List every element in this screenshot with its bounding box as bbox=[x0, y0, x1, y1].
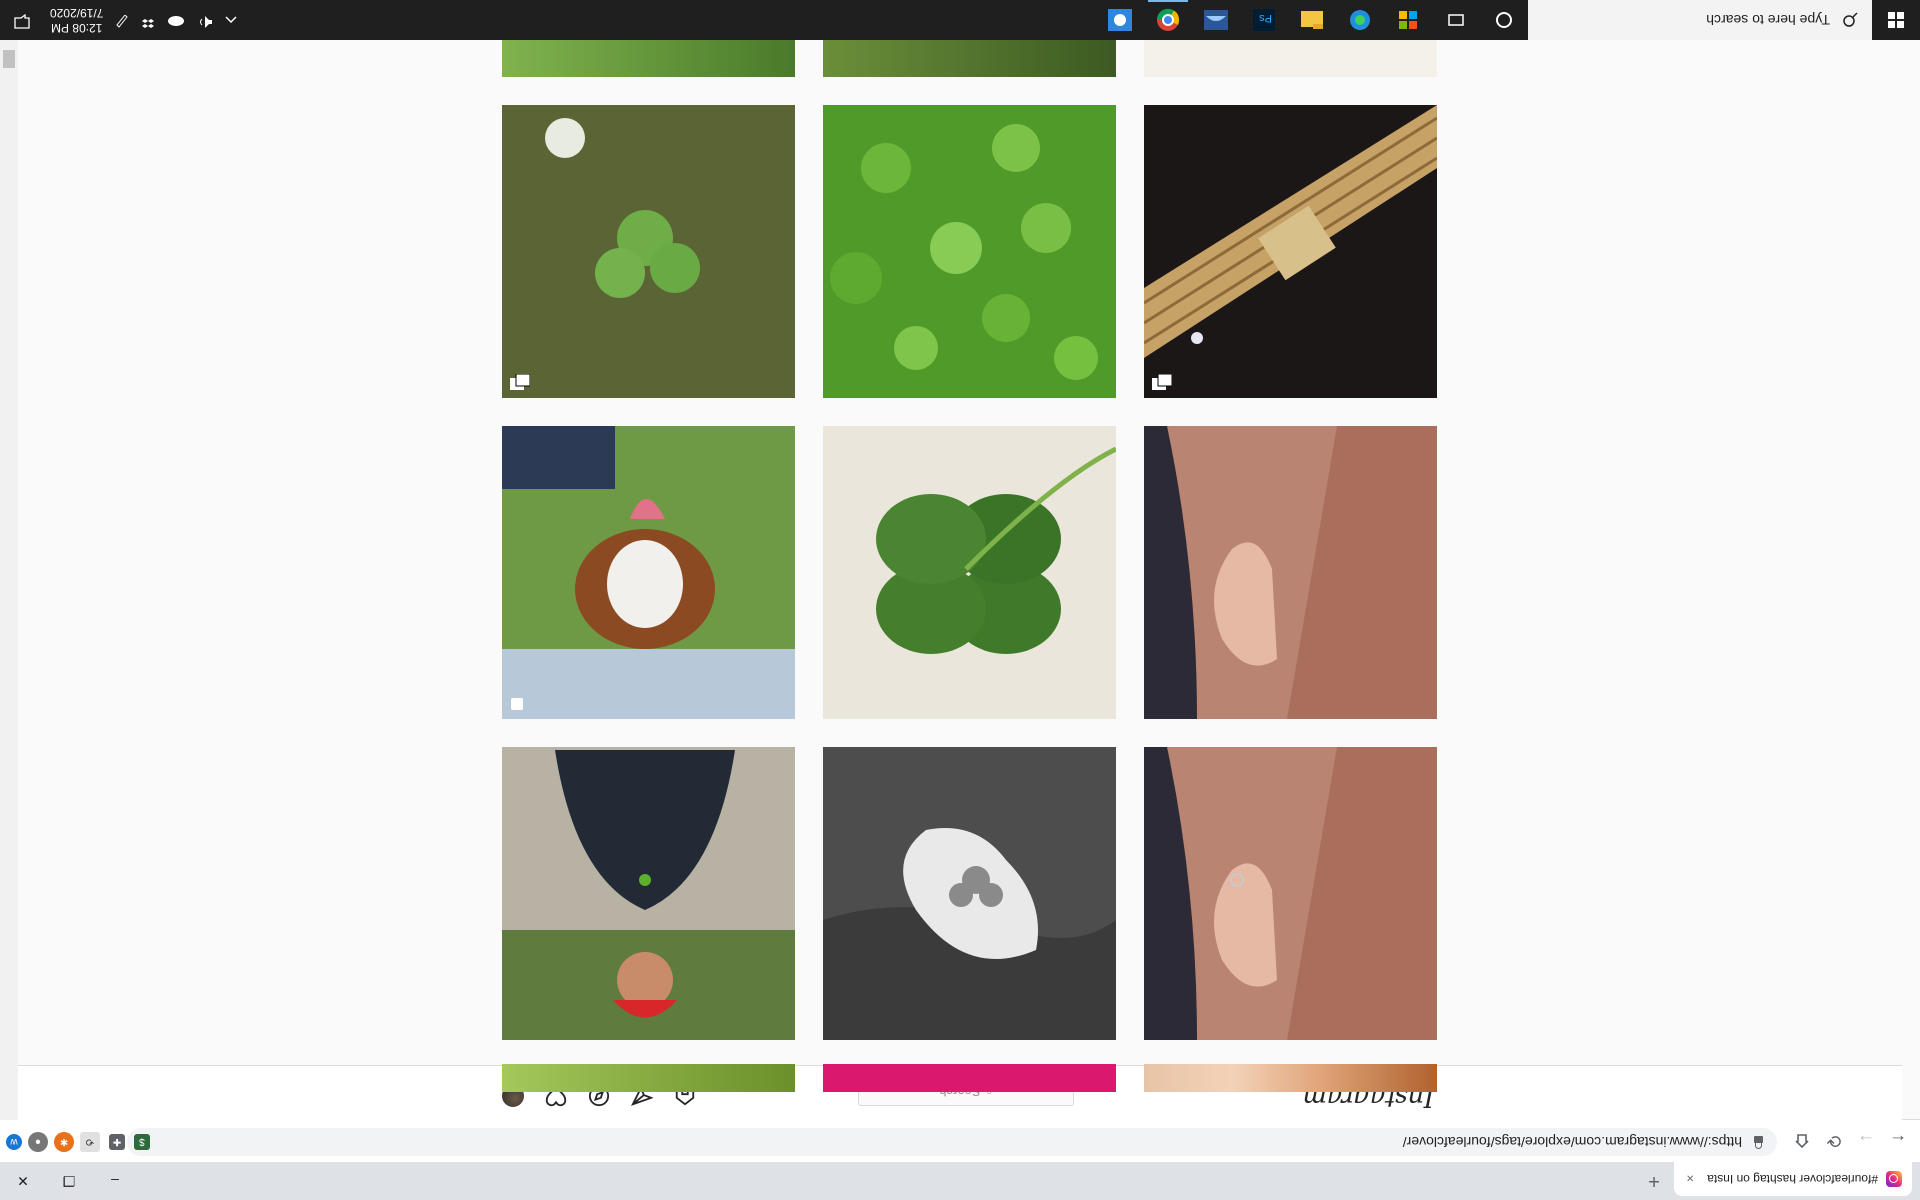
carousel-icon bbox=[510, 369, 531, 390]
screen-rotated-180: #fourleafclover hashtag on Insta × + – ❐… bbox=[0, 0, 1920, 1200]
ear-tattoo-image bbox=[1144, 747, 1437, 1040]
taskbar-clock[interactable]: 12:08 PM 7/19/2020 bbox=[50, 5, 103, 35]
lock-icon bbox=[1754, 1136, 1763, 1144]
clover-field-image bbox=[823, 105, 1116, 398]
post-tile[interactable] bbox=[502, 426, 795, 719]
single-photo-icon bbox=[510, 692, 524, 711]
post-tile[interactable] bbox=[823, 105, 1116, 398]
taskbar-search-input[interactable]: Type here to search bbox=[1528, 0, 1872, 40]
extension-1-icon[interactable]: ⟲ bbox=[80, 1132, 100, 1152]
extension-4-icon[interactable]: w bbox=[6, 1134, 22, 1150]
clover-image bbox=[502, 105, 795, 398]
svg-text:Ps: Ps bbox=[1259, 12, 1272, 24]
post-tile[interactable] bbox=[1144, 105, 1437, 398]
system-tray: 12:08 PM 7/19/2020 bbox=[0, 0, 245, 40]
window-minimize-button[interactable]: – bbox=[92, 1162, 138, 1200]
post-tile[interactable] bbox=[1144, 747, 1437, 1040]
notification-center-icon[interactable] bbox=[14, 10, 30, 31]
post-tile-partial[interactable] bbox=[502, 39, 795, 77]
onedrive-icon[interactable] bbox=[167, 11, 185, 29]
task-view-icon[interactable] bbox=[1432, 0, 1480, 40]
file-explorer-icon[interactable] bbox=[1288, 0, 1336, 40]
edge-icon[interactable] bbox=[1336, 0, 1384, 40]
bw-hand-clover-image bbox=[823, 747, 1116, 1040]
forward-button[interactable]: → bbox=[1854, 1129, 1878, 1153]
windows-start-icon[interactable] bbox=[1872, 0, 1920, 40]
post-tile[interactable] bbox=[823, 426, 1116, 719]
post-tile-partial[interactable] bbox=[823, 39, 1116, 77]
home-icon[interactable] bbox=[1790, 1129, 1814, 1153]
microsoft-store-icon[interactable] bbox=[1384, 0, 1432, 40]
taskbar-search-placeholder: Type here to search bbox=[1706, 12, 1830, 28]
photoshop-icon[interactable]: Ps bbox=[1240, 0, 1288, 40]
control-panel-icon[interactable] bbox=[1096, 0, 1144, 40]
onedrive-photos-icon[interactable] bbox=[1192, 0, 1240, 40]
back-button[interactable]: ← bbox=[1886, 1129, 1910, 1153]
instagram-favicon-icon bbox=[1886, 1171, 1902, 1187]
pen-icon[interactable] bbox=[115, 11, 129, 30]
clock-time: 12:08 PM bbox=[51, 21, 103, 35]
chevron-up-icon[interactable] bbox=[225, 11, 237, 29]
browser-tab-bar: #fourleafclover hashtag on Insta × + – ❐… bbox=[0, 1162, 1920, 1200]
post-tile[interactable] bbox=[823, 747, 1116, 1040]
browser-toolbar: ← → ⟳ https://www.instagram.com/explore/… bbox=[0, 1119, 1920, 1162]
search-icon bbox=[1843, 12, 1858, 27]
dog-image bbox=[502, 426, 795, 719]
extensions-puzzle-icon[interactable]: ✚ bbox=[109, 1134, 125, 1150]
extension-3-icon[interactable]: ● bbox=[28, 1132, 48, 1152]
post-tile-partial[interactable] bbox=[502, 1064, 795, 1092]
ear-tattoo-image bbox=[1144, 426, 1437, 719]
address-bar[interactable]: https://www.instagram.com/explore/tags/f… bbox=[127, 1128, 1777, 1156]
window-maximize-button[interactable]: ❐ bbox=[46, 1162, 92, 1200]
man-red-hat-image bbox=[502, 747, 795, 1040]
carousel-icon bbox=[1152, 369, 1173, 390]
four-leaf-clover-image bbox=[823, 426, 1116, 719]
windows-taskbar: Type here to search Ps 12:08 PM 7/19/202… bbox=[0, 0, 1920, 40]
window-close-button[interactable]: ✕ bbox=[0, 1162, 46, 1200]
volume-icon[interactable] bbox=[197, 11, 213, 30]
new-tab-button[interactable]: + bbox=[1642, 1169, 1666, 1192]
tab-close-icon[interactable]: × bbox=[1686, 1172, 1694, 1187]
post-tile-partial[interactable] bbox=[1144, 39, 1437, 77]
post-tile-partial[interactable] bbox=[823, 1064, 1116, 1092]
post-tile[interactable] bbox=[1144, 426, 1437, 719]
post-tile[interactable] bbox=[502, 747, 795, 1040]
window-controls: – ❐ ✕ bbox=[0, 1162, 138, 1200]
post-tile[interactable] bbox=[502, 105, 795, 398]
clock-date: 7/19/2020 bbox=[50, 6, 104, 20]
tab-title: #fourleafclover hashtag on Insta bbox=[1707, 1172, 1878, 1186]
cortana-icon[interactable] bbox=[1480, 0, 1528, 40]
extension-5-icon[interactable]: $ bbox=[134, 1134, 150, 1150]
scrollbar-thumb[interactable] bbox=[3, 50, 15, 68]
url-text: https://www.instagram.com/explore/tags/f… bbox=[1402, 1134, 1742, 1150]
taskbar-apps: Ps bbox=[1096, 0, 1528, 40]
reload-button[interactable]: ⟳ bbox=[1822, 1129, 1846, 1153]
chrome-taskbar-icon[interactable] bbox=[1144, 0, 1192, 40]
gold-bracelet-image bbox=[1144, 105, 1437, 398]
page-scrollbar[interactable] bbox=[0, 40, 18, 1120]
post-tile-partial[interactable] bbox=[1144, 1064, 1437, 1092]
dropbox-icon[interactable] bbox=[141, 11, 155, 30]
browser-tab-active[interactable]: #fourleafclover hashtag on Insta × bbox=[1674, 1162, 1912, 1196]
extension-2-icon[interactable]: ✱ bbox=[54, 1132, 74, 1152]
